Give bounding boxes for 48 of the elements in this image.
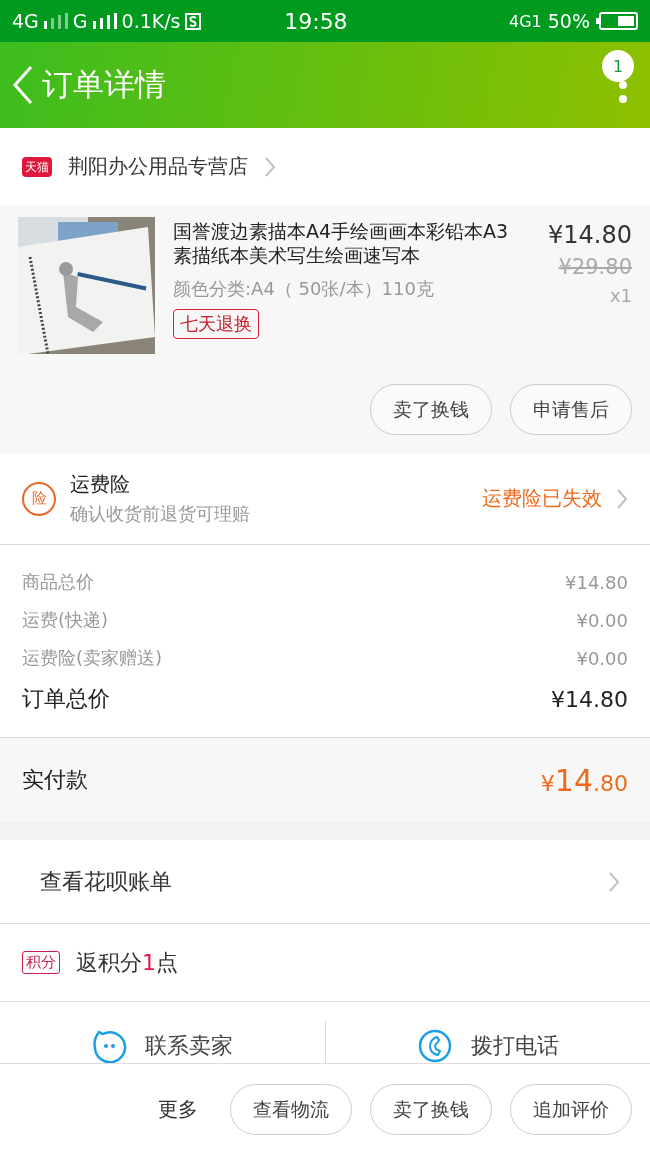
original-price: ¥29.80 — [557, 255, 632, 279]
chevron-icon — [608, 870, 620, 893]
back-icon[interactable] — [12, 65, 34, 105]
clock: 19:58 — [284, 8, 348, 34]
product-variant: 颜色分类:A4（ 50张/本）110克 — [173, 277, 435, 301]
chevron-icon — [264, 155, 276, 178]
summary-value: ¥14.80 — [551, 686, 628, 712]
return-policy-tag: 七天退换 — [173, 309, 259, 339]
action-button[interactable]: 卖了换钱 — [370, 1084, 492, 1135]
bill-link[interactable]: 查看花呗账单 — [40, 866, 172, 897]
store-name[interactable]: 荆阳办公用品专营店 — [68, 153, 248, 180]
network-speed: 0.1K/s — [121, 10, 181, 32]
signal-icon — [42, 13, 69, 29]
action-button[interactable]: 申请售后 — [510, 384, 632, 435]
summary-value: ¥0.00 — [576, 609, 628, 631]
product-quantity: x1 — [608, 285, 632, 306]
more-link[interactable]: 更多 — [158, 1096, 198, 1123]
summary-label: 运费(快递) — [22, 608, 109, 632]
battery-percent: 50% — [547, 10, 590, 32]
action-button[interactable]: 卖了换钱 — [370, 384, 492, 435]
battery-icon — [596, 12, 638, 30]
network-label: 4G — [12, 10, 39, 32]
notification-badge: 1 — [602, 50, 634, 82]
points-reward: 返积分1点 — [76, 948, 178, 977]
insurance-title: 运费险 — [70, 471, 131, 498]
contact-button[interactable]: 联系卖家 — [0, 1002, 325, 1063]
chevron-icon — [616, 487, 628, 510]
summary-value: ¥0.00 — [576, 647, 628, 669]
paid-amount: ¥14.80 — [540, 762, 628, 798]
summary-value: ¥14.80 — [565, 571, 628, 593]
product-price: ¥14.80 — [547, 221, 632, 249]
insurance-badge: 险 — [22, 481, 56, 516]
phone-icon — [416, 1027, 453, 1063]
notification-icon — [184, 12, 201, 30]
network-label: 4G1 — [509, 11, 542, 31]
paid-label: 实付款 — [22, 766, 88, 794]
summary-label: 运费险(卖家赠送) — [22, 646, 163, 670]
store-badge: 天猫 — [22, 156, 52, 177]
action-button[interactable]: 追加评价 — [510, 1084, 632, 1135]
network-label: G — [72, 10, 88, 32]
signal-icon — [91, 13, 118, 29]
action-button[interactable]: 查看物流 — [230, 1084, 352, 1135]
page-title: 订单详情 — [42, 65, 166, 104]
product-title[interactable]: 国誉渡边素描本A4手绘画画本彩铅本A3素描纸本美术写生绘画速写本 — [173, 219, 524, 267]
points-badge: 积分 — [22, 951, 60, 974]
summary-label: 商品总价 — [22, 570, 94, 594]
summary-label: 订单总价 — [22, 685, 110, 713]
insurance-description: 确认收货前退货可理赔 — [70, 502, 251, 526]
